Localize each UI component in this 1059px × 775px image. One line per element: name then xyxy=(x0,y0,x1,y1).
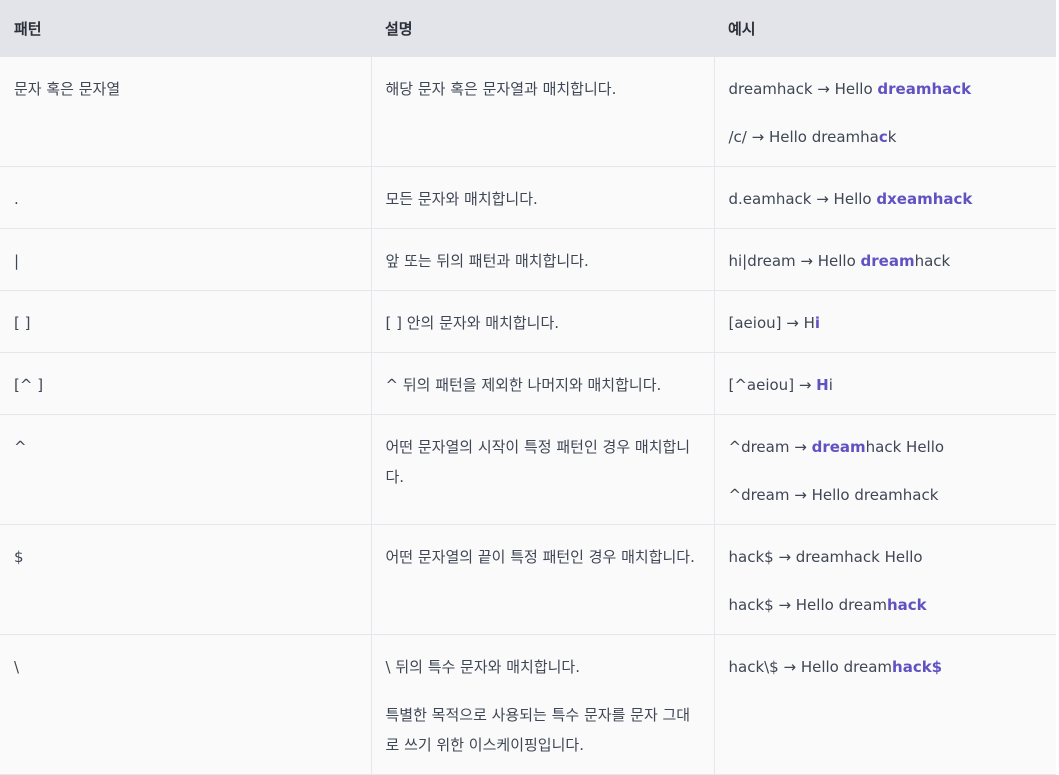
match-highlight: dream xyxy=(811,438,866,456)
description-cell: 어떤 문자열의 끝이 특정 패턴인 경우 매치합니다. xyxy=(371,524,715,635)
pattern-cell: . xyxy=(0,166,372,229)
table-row: . 모든 문자와 매치합니다. d.eamhack → Hello dxeamhac… xyxy=(0,166,1056,229)
table-row: $ 어떤 문자열의 끝이 특정 패턴인 경우 매치합니다. hack$ → drea… xyxy=(0,524,1056,635)
match-highlight: i xyxy=(814,314,821,332)
example-cell: ^dream → dreamhack Hello ^dream → Hello d… xyxy=(714,414,1056,525)
example-line: ^dream → dreamhack Hello xyxy=(729,432,1043,462)
example-text: ^dream → Hello dreamhack xyxy=(728,486,939,504)
example-cell: [^aeiou] → Hi xyxy=(714,352,1056,415)
example-text: hack Hello xyxy=(865,438,945,456)
table-row: ^ 어떤 문자열의 시작이 특정 패턴인 경우 매치합니다. ^dream → dr… xyxy=(0,414,1056,525)
example-cell: [aeiou] → Hi xyxy=(714,290,1056,353)
example-text: hi|dream → Hello xyxy=(728,252,861,270)
example-line: [aeiou] → Hi xyxy=(729,308,1043,338)
pattern-cell: \ xyxy=(0,634,372,775)
description-text: ^ 뒤의 패턴을 제외한 나머지와 매치합니다. xyxy=(385,376,662,394)
example-text: i xyxy=(828,376,833,394)
example-text: hack$ → Hello dream xyxy=(728,596,887,614)
pattern-cell: | xyxy=(0,228,372,291)
example-cell: hack\$ → Hello dreamhack$ xyxy=(714,634,1056,775)
pattern-cell: ^ xyxy=(0,414,372,525)
example-cell: hack$ → dreamhack Hello hack$ → Hello dre… xyxy=(714,524,1056,635)
description-text: 어떤 문자열의 시작이 특정 패턴인 경우 매치합니다. xyxy=(385,438,691,486)
example-line: hack$ → Hello dreamhack xyxy=(729,590,1043,620)
example-text: [^aeiou] → xyxy=(728,376,817,394)
example-line: d.eamhack → Hello dxeamhack xyxy=(729,184,1043,214)
example-line: [^aeiou] → Hi xyxy=(729,370,1043,400)
match-highlight: hack xyxy=(886,596,927,614)
description-cell: 어떤 문자열의 시작이 특정 패턴인 경우 매치합니다. xyxy=(371,414,715,525)
pattern-cell: [ ] xyxy=(0,290,372,353)
description-text: 어떤 문자열의 끝이 특정 패턴인 경우 매치합니다. xyxy=(385,548,695,566)
match-highlight: c xyxy=(878,128,888,146)
description-text: 해당 문자 혹은 문자열과 매치합니다. xyxy=(385,80,617,98)
header-description: 설명 xyxy=(371,0,714,57)
description-cell: 앞 또는 뒤의 패턴과 매치합니다. xyxy=(371,228,715,291)
description-cell: ^ 뒤의 패턴을 제외한 나머지와 매치합니다. xyxy=(371,352,715,415)
pattern-cell: [^ ] xyxy=(0,352,372,415)
match-highlight: dream xyxy=(860,252,915,270)
description-text: 특별한 목적으로 사용되는 특수 문자를 문자 그대로 쓰기 위한 이스케이핑입… xyxy=(385,706,691,754)
example-text: dreamhack → Hello xyxy=(728,80,878,98)
description-text: [ ] 안의 문자와 매치합니다. xyxy=(385,314,560,332)
table-row: [^ ] ^ 뒤의 패턴을 제외한 나머지와 매치합니다. [^aeiou] → H… xyxy=(0,352,1056,415)
example-line: hack\$ → Hello dreamhack$ xyxy=(729,652,1043,682)
example-line: hi|dream → Hello dreamhack xyxy=(729,246,1043,276)
example-line: ^dream → Hello dreamhack xyxy=(729,480,1043,510)
example-cell: hi|dream → Hello dreamhack xyxy=(714,228,1056,291)
description-cell: \ 뒤의 특수 문자와 매치합니다. 특별한 목적으로 사용되는 특수 문자를 문… xyxy=(371,634,715,775)
pattern-cell: 문자 혹은 문자열 xyxy=(0,57,372,167)
example-text: ^dream → xyxy=(728,438,812,456)
regex-pattern-table: 패턴 설명 예시 문자 혹은 문자열 해당 문자 혹은 문자열과 매치합니다. dr… xyxy=(0,0,1056,775)
example-text: [aeiou] → H xyxy=(728,314,815,332)
example-text: hack$ → dreamhack Hello xyxy=(728,548,923,566)
table-row: [ ] [ ] 안의 문자와 매치합니다. [aeiou] → Hi xyxy=(0,290,1056,353)
description-text: 앞 또는 뒤의 패턴과 매치합니다. xyxy=(385,252,589,270)
header-example: 예시 xyxy=(714,0,1056,57)
example-text: d.eamhack → Hello xyxy=(728,190,877,208)
example-line: /c/ → Hello dreamhack xyxy=(729,122,1043,152)
table-row: \ \ 뒤의 특수 문자와 매치합니다. 특별한 목적으로 사용되는 특수 문자를 … xyxy=(0,634,1056,775)
match-highlight: hack$ xyxy=(892,658,943,676)
description-text: \ 뒤의 특수 문자와 매치합니다. xyxy=(385,658,581,676)
example-text: hack xyxy=(914,252,951,270)
example-text: k xyxy=(887,128,897,146)
example-cell: d.eamhack → Hello dxeamhack xyxy=(714,166,1056,229)
example-line: hack$ → dreamhack Hello xyxy=(729,542,1043,572)
description-cell: 해당 문자 혹은 문자열과 매치합니다. xyxy=(371,57,715,167)
header-pattern: 패턴 xyxy=(0,0,371,57)
match-highlight: H xyxy=(816,376,829,394)
table-body: 문자 혹은 문자열 해당 문자 혹은 문자열과 매치합니다. dreamhack →… xyxy=(0,57,1056,775)
table-row: 문자 혹은 문자열 해당 문자 혹은 문자열과 매치합니다. dreamhack →… xyxy=(0,57,1056,167)
match-highlight: dreamhack xyxy=(877,80,972,98)
table-row: | 앞 또는 뒤의 패턴과 매치합니다. hi|dream → Hello drea… xyxy=(0,228,1056,291)
description-cell: [ ] 안의 문자와 매치합니다. xyxy=(371,290,715,353)
description-cell: 모든 문자와 매치합니다. xyxy=(371,166,715,229)
description-text: 모든 문자와 매치합니다. xyxy=(385,190,538,208)
pattern-cell: $ xyxy=(0,524,372,635)
match-highlight: dxeamhack xyxy=(876,190,973,208)
example-text: /c/ → Hello dreamha xyxy=(728,128,879,146)
table-header-row: 패턴 설명 예시 xyxy=(0,0,1056,57)
example-text: hack\$ → Hello dream xyxy=(728,658,893,676)
example-cell: dreamhack → Hello dreamhack/c/ → Hello d… xyxy=(714,57,1056,167)
example-line: dreamhack → Hello dreamhack xyxy=(729,74,1043,104)
